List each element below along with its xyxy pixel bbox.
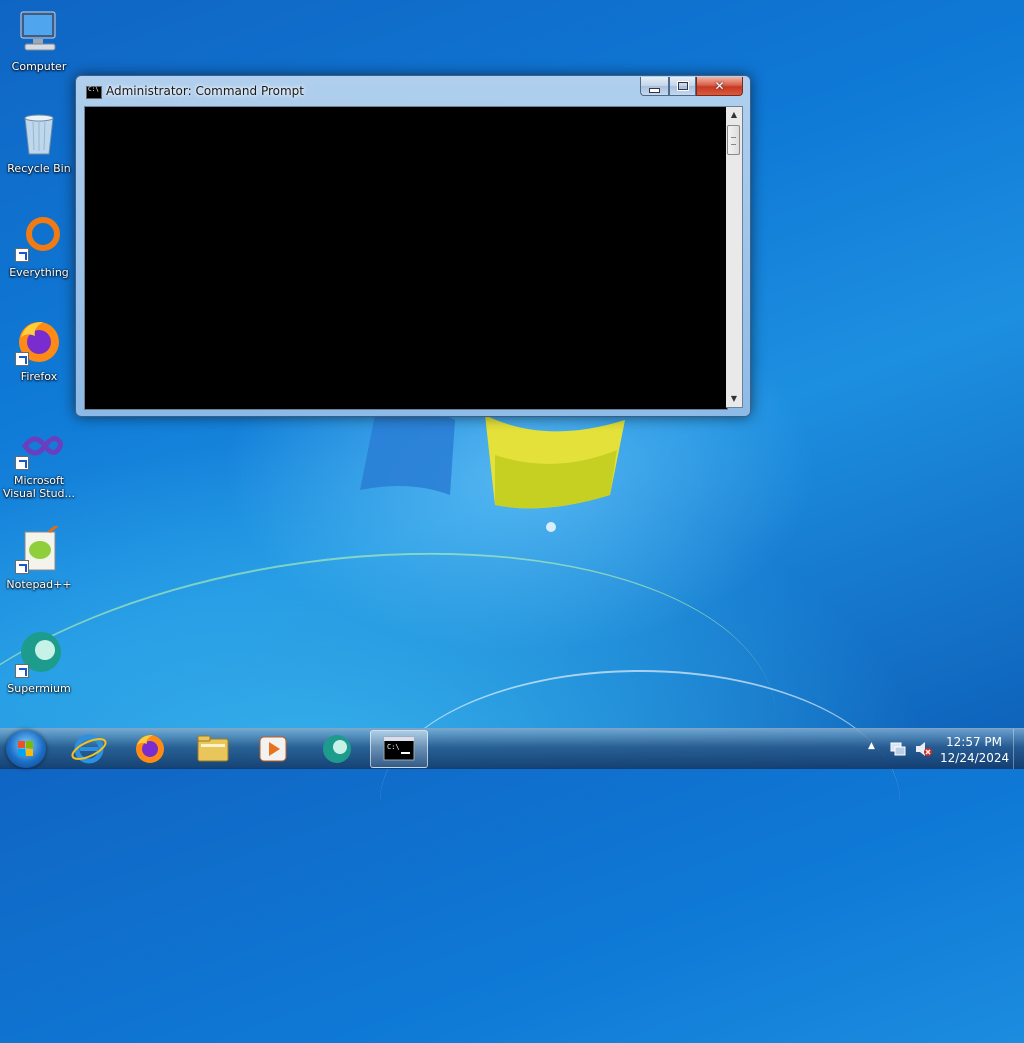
desktop-icon-notepad-plus-plus[interactable]: Notepad++	[2, 522, 76, 591]
taskbar-supermium[interactable]	[310, 730, 364, 768]
maximize-icon	[670, 79, 695, 93]
desktop-icon-visual-studio[interactable]: Microsoft Visual Stud...	[2, 422, 76, 500]
scroll-up-arrow-icon[interactable]: ▲	[726, 107, 742, 123]
scroll-down-arrow-icon[interactable]: ▼	[726, 391, 742, 407]
everything-icon	[15, 214, 63, 262]
supermium-icon	[15, 630, 63, 678]
taskbar-media-player[interactable]	[246, 730, 300, 768]
taskbar-file-explorer[interactable]	[186, 730, 240, 768]
desktop-icon-label: Notepad++	[6, 578, 72, 591]
shortcut-arrow-icon	[15, 248, 29, 262]
network-icon[interactable]	[890, 741, 906, 757]
file-explorer-icon	[197, 735, 229, 762]
show-hidden-icons-icon[interactable]: ▲	[868, 741, 875, 751]
shortcut-arrow-icon	[15, 352, 29, 366]
command-prompt-window[interactable]: Administrator: Command Prompt ✕ ▲ ▼	[75, 75, 751, 417]
desktop-icon-supermium[interactable]: Supermium	[2, 630, 76, 695]
console-output-area[interactable]	[84, 106, 728, 410]
vertical-scrollbar[interactable]: ▲ ▼	[726, 106, 743, 408]
show-desktop-button[interactable]	[1013, 729, 1024, 769]
firefox-icon	[15, 318, 63, 366]
recycle-bin-icon	[15, 110, 63, 158]
visual-studio-icon	[15, 422, 64, 470]
desktop-icon-label: Recycle Bin	[7, 162, 71, 175]
windows-logo-icon	[18, 741, 34, 757]
window-title: Administrator: Command Prompt	[106, 84, 304, 98]
maximize-button[interactable]	[669, 77, 696, 96]
desktop-icon-computer[interactable]: Computer	[2, 8, 76, 73]
desktop-icon-label: Supermium	[7, 682, 71, 695]
notepad-plus-plus-icon	[15, 522, 63, 574]
title-bar[interactable]: Administrator: Command Prompt ✕	[76, 76, 750, 106]
desktop-icon-label: Everything	[9, 266, 69, 279]
notification-area: ▲	[860, 729, 940, 769]
close-icon: ✕	[714, 79, 725, 93]
volume-muted-icon[interactable]	[915, 741, 933, 757]
svg-text:C:\: C:\	[387, 743, 400, 751]
media-player-icon	[259, 736, 287, 762]
desktop-icon-everything[interactable]: Everything	[2, 214, 76, 279]
desktop-icon-recycle-bin[interactable]: Recycle Bin	[2, 110, 76, 175]
close-button[interactable]: ✕	[696, 77, 743, 96]
desktop-icon-label: Microsoft Visual Stud...	[2, 474, 76, 500]
scrollbar-thumb[interactable]	[727, 125, 740, 155]
desktop-icon-label: Computer	[11, 60, 67, 73]
taskbar-command-prompt[interactable]: C:\	[370, 730, 428, 768]
wallpaper-windows-logo	[360, 411, 625, 532]
start-button[interactable]	[6, 730, 46, 768]
firefox-icon	[136, 735, 164, 763]
desktop-icon-label: Firefox	[20, 370, 58, 383]
supermium-icon	[323, 735, 351, 763]
shortcut-arrow-icon	[15, 560, 29, 574]
shortcut-arrow-icon	[15, 664, 29, 678]
desktop-icon-firefox[interactable]: Firefox	[2, 318, 76, 383]
taskbar-internet-explorer[interactable]	[62, 730, 116, 768]
system-clock[interactable]: 12:57 PM 12/24/2024	[940, 734, 1010, 766]
minimize-icon	[641, 79, 668, 96]
command-prompt-icon: C:\	[383, 736, 415, 761]
computer-icon	[15, 8, 63, 56]
shortcut-arrow-icon	[15, 456, 29, 470]
taskbar: C:\ ▲ 12:57 PM 12/24/2024	[0, 728, 1024, 769]
clock-date: 12/24/2024	[940, 751, 1010, 765]
taskbar-firefox[interactable]	[123, 730, 177, 768]
internet-explorer-icon	[71, 734, 107, 764]
cmd-icon	[86, 86, 102, 99]
wallpaper-swoosh	[380, 670, 900, 932]
minimize-button[interactable]	[640, 77, 669, 96]
clock-time: 12:57 PM	[946, 735, 1002, 749]
